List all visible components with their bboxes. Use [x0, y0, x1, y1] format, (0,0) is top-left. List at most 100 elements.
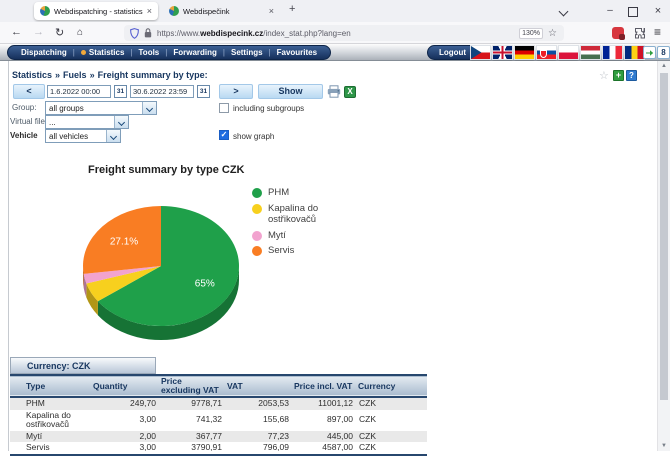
chevron-down-icon[interactable]: [106, 130, 120, 142]
cell-3-0: Servis: [10, 442, 90, 455]
chevron-down-icon[interactable]: [142, 102, 156, 114]
close-tab-icon[interactable]: ×: [147, 6, 152, 16]
next-period-button[interactable]: >: [219, 84, 253, 99]
flag-poland-icon[interactable]: [559, 46, 578, 59]
show-graph-checkbox[interactable]: ✓: [219, 130, 229, 140]
show-graph-label: show graph: [233, 132, 274, 141]
menu-item-label: Tools: [139, 48, 160, 57]
flag-france-icon[interactable]: [603, 46, 622, 59]
menu-item-dispatching[interactable]: Dispatching: [21, 48, 67, 57]
back-icon[interactable]: ←: [11, 26, 22, 38]
menu-item-statistics[interactable]: Statistics: [81, 48, 125, 57]
excel-export-icon[interactable]: X: [344, 86, 356, 98]
url-bar[interactable]: https://www.webdispecink.cz/index_stat.p…: [124, 25, 564, 41]
info-badge-button[interactable]: 8: [657, 46, 670, 59]
adblock-extension-icon[interactable]: [612, 27, 624, 39]
table-row[interactable]: PHM249,709778,712053,5311001,12CZK: [10, 397, 427, 410]
calendar-to-icon[interactable]: 31: [197, 85, 210, 98]
cell-3-4: 4587,00: [291, 442, 355, 455]
favorite-star-icon[interactable]: ☆: [599, 69, 609, 82]
export-button[interactable]: [643, 46, 656, 59]
menu-separator: |: [165, 48, 167, 57]
flag-czech-icon[interactable]: [471, 46, 490, 59]
cell-0-4: 11001,12: [291, 397, 355, 410]
content-left-border: [8, 61, 9, 451]
browser-tab[interactable]: Webdispečink×: [163, 2, 280, 20]
chart-title: Freight summary by type CZK: [88, 164, 244, 176]
including-subgroups-checkbox[interactable]: [219, 103, 229, 113]
flag-uk-icon[interactable]: [493, 46, 512, 59]
menu-separator: |: [130, 48, 132, 57]
scroll-down-icon[interactable]: ▼: [658, 443, 670, 449]
including-subgroups-label: including subgroups: [233, 104, 304, 113]
app-menu-icon[interactable]: ≡: [654, 25, 661, 39]
group-label: Group:: [12, 103, 36, 112]
cell-3-3: 796,09: [224, 442, 291, 455]
flag-hungary-icon[interactable]: [581, 46, 600, 59]
menu-item-favourites[interactable]: Favourites: [277, 48, 317, 57]
breadcrumb-statistics[interactable]: Statistics: [12, 70, 52, 80]
date-from-input[interactable]: 1.6.2022 00:00: [47, 85, 111, 98]
close-window-button[interactable]: ×: [646, 0, 670, 22]
currency-tab[interactable]: Currency: CZK: [10, 357, 156, 374]
maximize-button[interactable]: [628, 7, 638, 17]
calendar-from-icon[interactable]: 31: [114, 85, 127, 98]
virtual-file-select[interactable]: ...: [45, 115, 129, 129]
forward-icon[interactable]: →: [33, 26, 44, 38]
table-row[interactable]: Servis3,003790,91796,094587,00CZK: [10, 442, 427, 455]
lock-icon[interactable]: [144, 28, 152, 38]
flag-germany-icon[interactable]: [515, 46, 534, 59]
scrollbar-thumb[interactable]: [660, 73, 668, 400]
menu-separator: |: [269, 48, 271, 57]
tracking-shield-icon[interactable]: [130, 28, 139, 39]
group-select[interactable]: all groups: [45, 101, 157, 115]
flag-romania-icon[interactable]: [625, 46, 644, 59]
menu-item-settings[interactable]: Settings: [231, 48, 263, 57]
cell-0-3: 2053,53: [224, 397, 291, 410]
show-button[interactable]: Show: [258, 84, 323, 99]
menu-item-label: Statistics: [89, 48, 125, 57]
table-row[interactable]: Kapalina do ostřikovačů3,00741,32155,688…: [10, 410, 427, 431]
extensions-puzzle-icon[interactable]: [634, 27, 646, 39]
tab-list-chevron-icon[interactable]: [559, 7, 569, 17]
browser-tab[interactable]: Webdispatching - statistics×: [34, 2, 158, 20]
legend-item: Mytí: [252, 230, 347, 242]
print-icon[interactable]: [327, 85, 341, 98]
breadcrumb-separator: »: [55, 70, 60, 80]
breadcrumb-fuels[interactable]: Fuels: [63, 70, 87, 80]
help-button[interactable]: ?: [626, 70, 637, 81]
column-header-1[interactable]: Quantity: [90, 375, 158, 397]
column-header-4[interactable]: Price incl. VAT: [291, 375, 355, 397]
table-row[interactable]: Mytí2,00367,7777,23445,00CZK: [10, 431, 427, 443]
cell-1-4: 897,00: [291, 410, 355, 431]
close-tab-icon[interactable]: ×: [269, 6, 274, 16]
minimize-button[interactable]: –: [598, 0, 622, 22]
cell-1-2: 741,32: [158, 410, 224, 431]
menu-item-forwarding[interactable]: Forwarding: [173, 48, 217, 57]
legend-swatch-icon: [252, 246, 262, 256]
chevron-down-icon[interactable]: [114, 116, 128, 128]
legend-label: Mytí: [268, 230, 286, 242]
cell-1-5: CZK: [355, 410, 427, 431]
home-icon[interactable]: ⌂: [77, 27, 83, 38]
add-favorite-button[interactable]: +: [613, 70, 624, 81]
menu-item-tools[interactable]: Tools: [139, 48, 160, 57]
bookmark-star-icon[interactable]: ☆: [548, 28, 557, 39]
column-header-0[interactable]: Type: [10, 375, 90, 397]
column-header-5[interactable]: Currency: [355, 375, 427, 397]
zoom-level-indicator[interactable]: 130%: [519, 28, 543, 39]
column-header-2[interactable]: Price excluding VAT: [158, 375, 224, 397]
legend-label: Kapalina do ostřikovačů: [268, 203, 347, 226]
scroll-up-icon[interactable]: ▲: [658, 63, 670, 69]
legend-swatch-icon: [252, 231, 262, 241]
reload-icon[interactable]: ↻: [55, 26, 64, 39]
date-to-input[interactable]: 30.6.2022 23:59: [130, 85, 194, 98]
address-toolbar: ← → ↻ ⌂ https://www.webdispecink.cz/inde…: [0, 22, 670, 44]
column-header-3[interactable]: VAT: [224, 375, 291, 397]
vertical-scrollbar[interactable]: ▲ ▼: [657, 61, 670, 451]
new-tab-button[interactable]: +: [289, 3, 295, 15]
previous-period-button[interactable]: <: [13, 84, 45, 99]
titlebar: Webdispatching - statistics× Webdispečink…: [0, 0, 670, 22]
vehicle-select[interactable]: all vehicles: [45, 129, 121, 143]
flag-slovakia-icon[interactable]: [537, 46, 556, 59]
